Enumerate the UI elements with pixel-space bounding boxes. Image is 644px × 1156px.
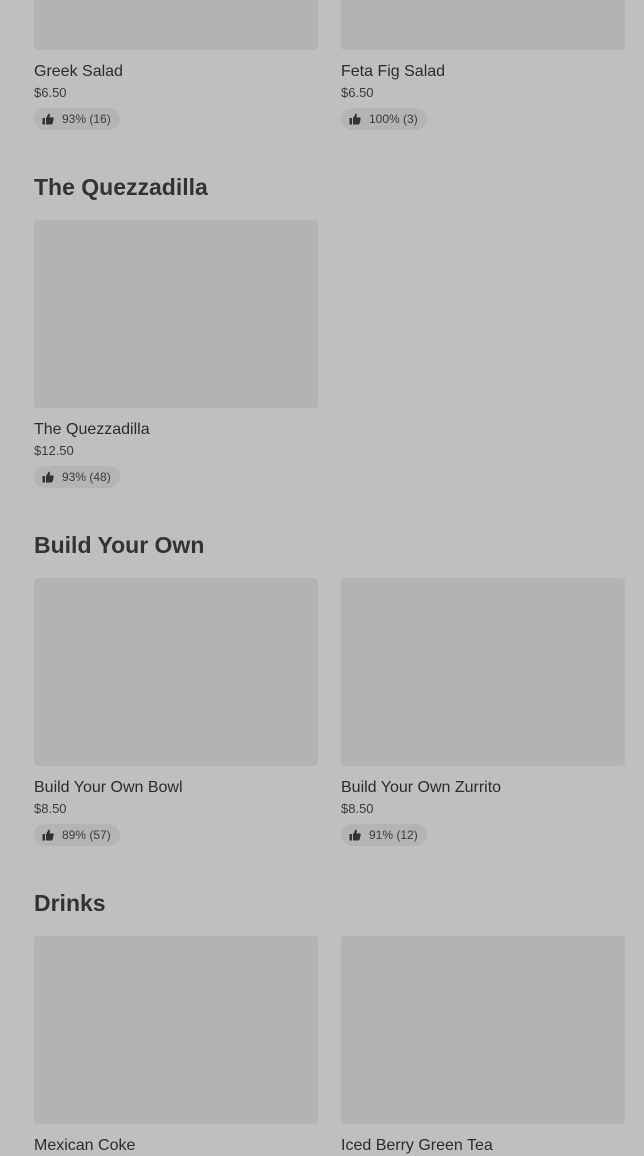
rating-badge: 89% (57) [34, 824, 120, 846]
menu-item-price: $6.50 [341, 85, 374, 100]
menu-item-price: $8.50 [34, 801, 67, 816]
menu-page: Greek Salad $6.50 93% (16) Feta Fig Sala… [0, 0, 644, 1154]
rating-text: 100% (3) [369, 112, 418, 126]
section-title: The Quezzadilla [34, 174, 208, 200]
rating-text: 93% (48) [62, 470, 111, 484]
menu-item-card[interactable]: The Quezzadilla $12.50 93% (48) [34, 220, 318, 488]
menu-item-card[interactable]: Iced Berry Green Tea [341, 936, 625, 1156]
rating-badge: 93% (48) [34, 466, 120, 488]
menu-item-price: $6.50 [34, 85, 67, 100]
rating-text: 93% (16) [62, 112, 111, 126]
menu-item-name: Build Your Own Zurrito [341, 779, 502, 796]
menu-item-image[interactable] [341, 936, 625, 1124]
thumbs-up-icon [42, 829, 54, 841]
section-title: Drinks [34, 890, 106, 916]
menu-item-image[interactable] [34, 578, 318, 766]
thumbs-up-icon [42, 113, 54, 125]
thumbs-up-icon [349, 113, 361, 125]
menu-item-name: Feta Fig Salad [341, 63, 446, 80]
rating-text: 89% (57) [62, 828, 111, 842]
menu-item-name: The Quezzadilla [34, 421, 150, 438]
menu-item-image[interactable] [34, 0, 318, 50]
thumbs-up-icon [349, 829, 361, 841]
menu-item-price: $12.50 [34, 443, 74, 458]
menu-item-image[interactable] [34, 220, 318, 408]
menu-item-price: $8.50 [341, 801, 374, 816]
rating-badge: 100% (3) [341, 108, 427, 130]
menu-item-image[interactable] [341, 0, 625, 50]
menu-item-card[interactable]: Build Your Own Zurrito $8.50 91% (12) [341, 578, 625, 846]
section-title: Build Your Own [34, 532, 205, 558]
menu-item-card[interactable]: Build Your Own Bowl $8.50 89% (57) [34, 578, 318, 846]
rating-badge: 91% (12) [341, 824, 427, 846]
menu-item-name: Iced Berry Green Tea [341, 1137, 493, 1154]
menu-item-name: Build Your Own Bowl [34, 779, 183, 796]
menu-item-card[interactable]: Feta Fig Salad $6.50 100% (3) [341, 0, 625, 130]
menu-item-image[interactable] [34, 936, 318, 1124]
menu-item-name: Mexican Coke [34, 1137, 136, 1154]
menu-item-name: Greek Salad [34, 63, 123, 80]
menu-item-image[interactable] [341, 578, 625, 766]
thumbs-up-icon [42, 471, 54, 483]
menu-item-card[interactable]: Mexican Coke [34, 936, 318, 1156]
rating-badge: 93% (16) [34, 108, 120, 130]
rating-text: 91% (12) [369, 828, 418, 842]
menu-item-card[interactable]: Greek Salad $6.50 93% (16) [34, 0, 318, 130]
